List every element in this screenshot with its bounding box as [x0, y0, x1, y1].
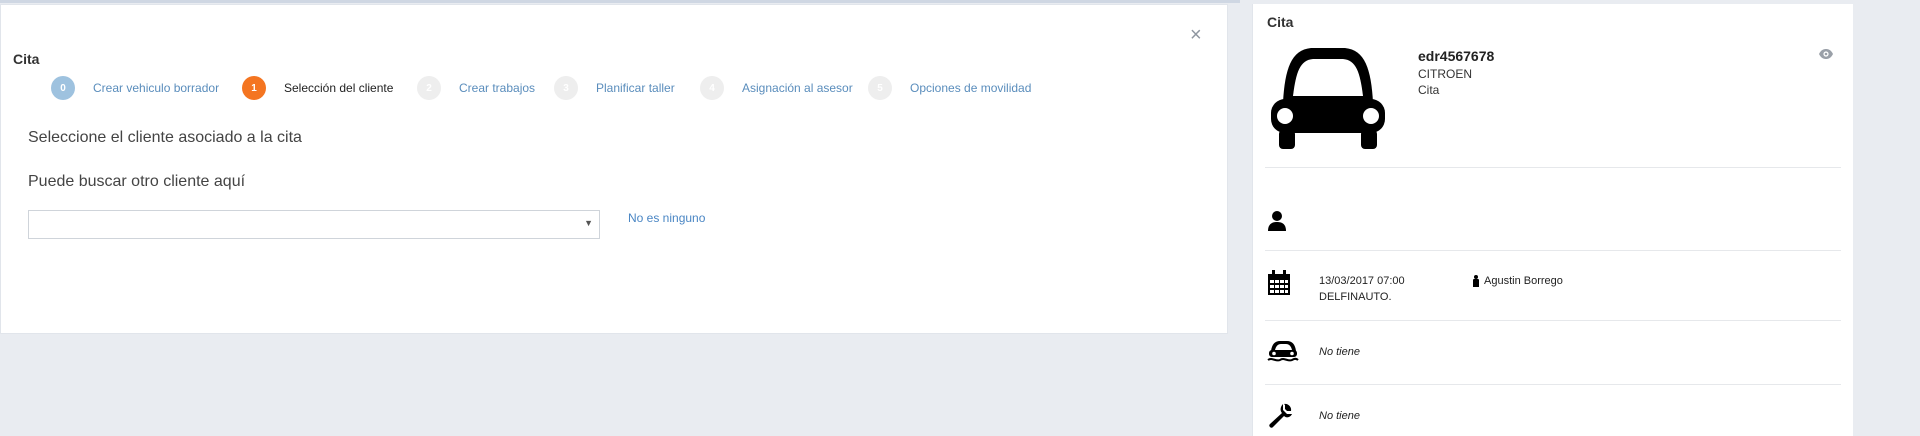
step-label: Asignación al asesor [742, 81, 853, 95]
step-opciones-movilidad[interactable]: 5 Opciones de movilidad [868, 76, 1031, 100]
step-label: Crear vehiculo borrador [93, 81, 220, 95]
client-question: Seleccione el cliente asociado a la cita [28, 129, 302, 146]
divider [1265, 250, 1841, 251]
vehicle-type: Cita [1418, 83, 1440, 97]
step-number: 2 [417, 76, 441, 100]
step-number: 4 [700, 76, 724, 100]
step-label: Selección del cliente [284, 81, 394, 95]
mobility-value: No tiene [1319, 346, 1360, 358]
calendar-icon [1268, 270, 1290, 295]
vehicle-brand: CITROEN [1418, 67, 1472, 81]
none-link[interactable]: No es ninguno [628, 211, 705, 225]
user-icon [1268, 211, 1286, 231]
caret-down-icon: ▼ [584, 218, 593, 228]
vehicle-plate: edr4567678 [1418, 48, 1495, 64]
step-asignacion-asesor[interactable]: 4 Asignación al asesor [700, 76, 853, 100]
panel-title: Cita [1267, 14, 1294, 30]
step-label: Planificar taller [596, 81, 675, 95]
divider [1265, 320, 1841, 321]
step-label: Opciones de movilidad [910, 81, 1032, 95]
client-select[interactable]: ▼ [28, 210, 600, 239]
step-planificar-taller[interactable]: 3 Planificar taller [554, 76, 675, 100]
step-number: 3 [554, 76, 578, 100]
top-border [0, 0, 1240, 3]
step-number: 1 [242, 76, 266, 100]
step-crear-vehiculo[interactable]: 0 Crear vehiculo borrador [51, 76, 219, 100]
divider [1265, 167, 1841, 168]
step-label: Crear trabajos [459, 81, 536, 95]
advisor-icon [1473, 275, 1479, 287]
modal-title: Cita [13, 51, 40, 67]
appointment-workshop: DELFINAUTO. [1319, 291, 1392, 303]
step-number: 5 [868, 76, 892, 100]
step-number: 0 [51, 76, 75, 100]
car-icon [1271, 48, 1385, 149]
eye-icon[interactable] [1818, 48, 1834, 60]
appointment-modal: × Cita 0 Crear vehiculo borrador 1 Selec… [0, 4, 1228, 334]
works-value: No tiene [1319, 410, 1360, 422]
appointment-datetime: 13/03/2017 07:00 [1319, 275, 1405, 287]
step-crear-trabajos[interactable]: 2 Crear trabajos [417, 76, 535, 100]
summary-panel: Cita edr4567678 CITROEN Cita 13/03/2017 … [1252, 4, 1853, 436]
wrench-icon [1269, 403, 1292, 428]
divider [1265, 384, 1841, 385]
search-label: Puede buscar otro cliente aquí [28, 173, 246, 190]
step-seleccion-cliente[interactable]: 1 Selección del cliente [242, 76, 393, 100]
car-wash-icon [1267, 341, 1299, 362]
appointment-advisor: Agustin Borrego [1484, 275, 1563, 287]
close-icon[interactable]: × [1190, 25, 1202, 45]
